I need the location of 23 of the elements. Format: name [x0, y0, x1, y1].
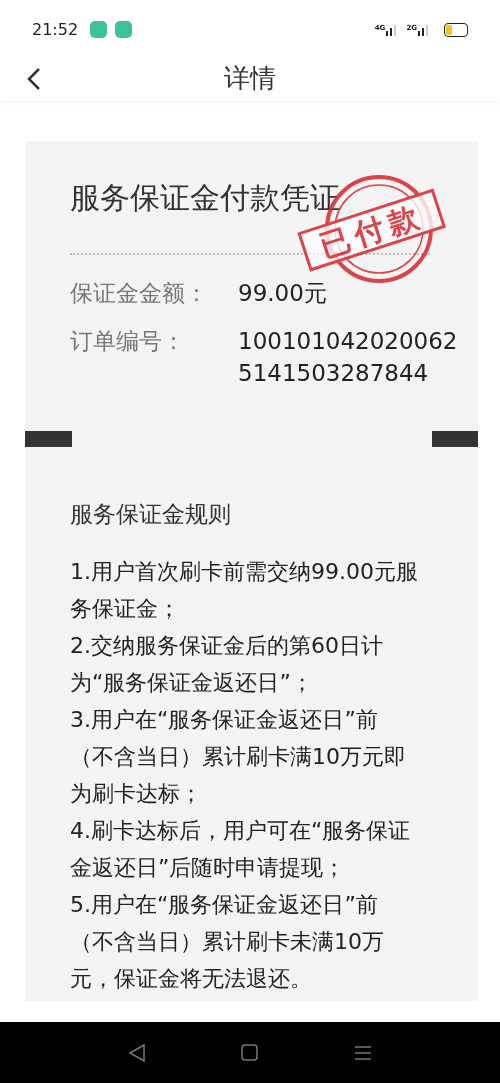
- menu-icon[interactable]: [354, 1044, 373, 1061]
- rules-title: 服务保证金规则: [70, 500, 232, 529]
- battery-icon: [444, 22, 468, 37]
- rule-text: 1.用户首次刷卡前需交纳99.00元服务保证金；: [70, 558, 419, 623]
- message-icon: [90, 21, 108, 38]
- rule-text: 2.交纳服务保证金后的第60日计为“服务保证金返还日”；: [70, 632, 384, 697]
- rule-text: 5.用户在“服务保证金返还日”前（不含当日）累计刷卡未满10万元，保证金将无法退还。: [70, 891, 385, 993]
- rule-text: 3.用户在“服务保证金返还日”前（不含当日）累计刷卡满10万元即为刷卡达标；: [70, 706, 407, 808]
- field-label: 保证金金额：: [70, 279, 209, 308]
- receipt-title: 服务保证金付款凭证: [70, 179, 341, 217]
- field-label: 订单编号：: [70, 327, 186, 356]
- status-time: 21:52: [32, 20, 79, 39]
- rule-text: 4.刷卡达标后，用户可在“服务保证金返还日”后随时申请提现；: [70, 817, 412, 882]
- app-icon: [115, 21, 133, 38]
- field-value: 99.00元: [238, 279, 328, 308]
- field-value: 100101042020062 5141503287844: [238, 327, 459, 388]
- page-title: 详情: [224, 61, 276, 95]
- notch: [25, 431, 72, 447]
- back-icon[interactable]: [26, 67, 42, 91]
- notch: [432, 431, 478, 447]
- signal-icon: [386, 23, 399, 36]
- home-icon[interactable]: [241, 1044, 259, 1061]
- signal-icon: [418, 23, 430, 36]
